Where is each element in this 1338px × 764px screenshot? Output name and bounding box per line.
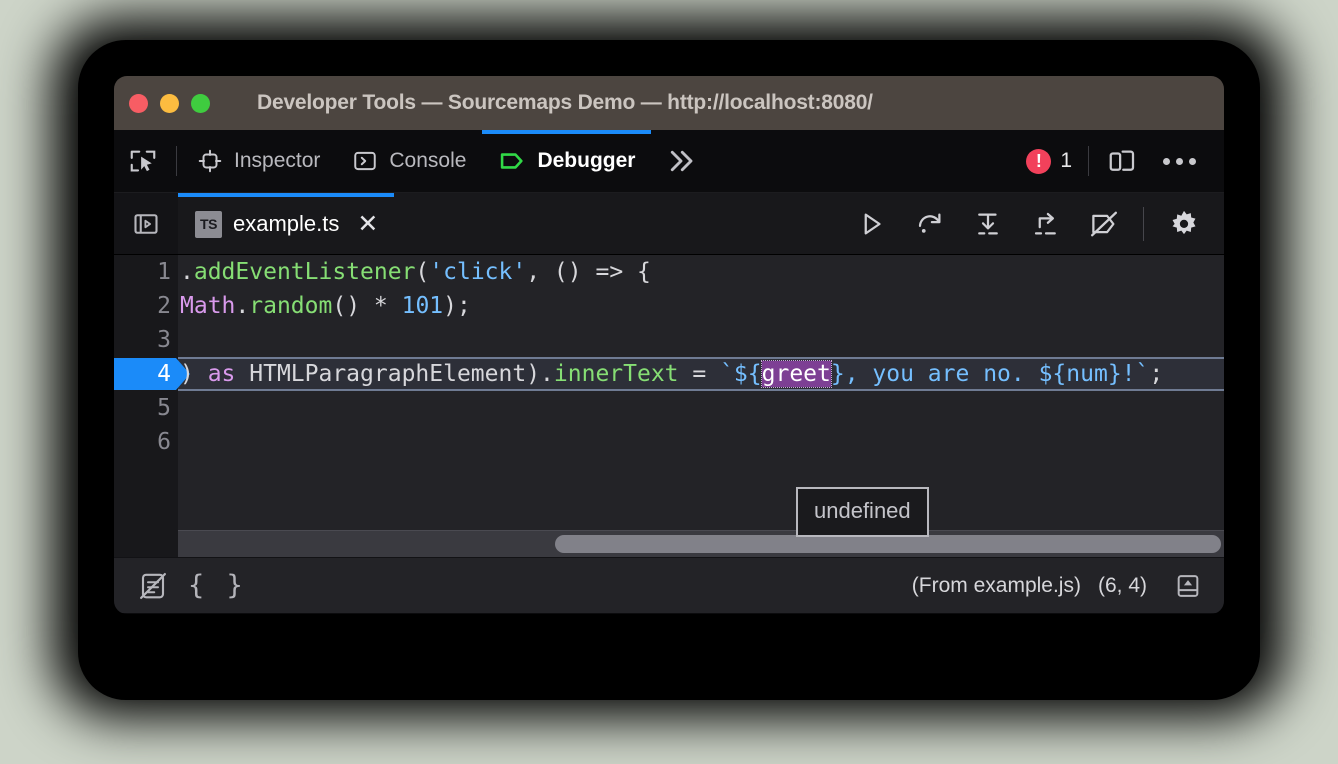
element-picker-icon bbox=[128, 146, 158, 176]
error-count-label: 1 bbox=[1060, 149, 1072, 173]
code-line[interactable]: 5 bbox=[114, 391, 1224, 425]
console-icon bbox=[352, 148, 378, 174]
pretty-print-button[interactable]: { } bbox=[178, 570, 256, 601]
code-line[interactable]: 6 bbox=[114, 425, 1224, 459]
debugger-controls bbox=[843, 193, 1224, 255]
debugger-settings-button[interactable] bbox=[1154, 193, 1214, 255]
tab-console[interactable]: Console bbox=[336, 130, 482, 192]
step-over-button[interactable] bbox=[901, 193, 959, 255]
file-tab-example-ts[interactable]: TS example.ts ✕ bbox=[178, 193, 394, 255]
deactivate-breakpoints-button[interactable] bbox=[1075, 193, 1133, 255]
tab-debugger[interactable]: Debugger bbox=[482, 130, 651, 192]
chevron-double-right-icon bbox=[665, 146, 697, 176]
more-tabs-button[interactable] bbox=[651, 130, 711, 192]
responsive-design-mode-button[interactable] bbox=[1093, 130, 1151, 192]
file-tab-label: example.ts bbox=[233, 211, 339, 237]
debugger-source-toolbar: TS example.ts ✕ bbox=[114, 193, 1224, 255]
step-in-icon bbox=[973, 209, 1003, 239]
line-text: Math.random() * 101); bbox=[178, 289, 471, 323]
toolbar-divider-2 bbox=[1088, 146, 1089, 176]
error-icon: ! bbox=[1026, 149, 1051, 174]
play-icon bbox=[857, 209, 887, 239]
minimize-window-button[interactable] bbox=[160, 94, 179, 113]
line-text: .addEventListener('click', () => { bbox=[178, 255, 651, 289]
debugger-controls-divider bbox=[1143, 207, 1144, 241]
code-line[interactable]: 1.addEventListener('click', () => { bbox=[114, 255, 1224, 289]
code-line[interactable]: 4) as HTMLParagraphElement).innerText = … bbox=[114, 357, 1224, 391]
toggle-sources-panel-icon bbox=[132, 210, 160, 238]
tab-debugger-label: Debugger bbox=[537, 149, 635, 173]
inspector-icon bbox=[197, 148, 223, 174]
more-options-button[interactable] bbox=[1151, 158, 1208, 165]
gear-icon bbox=[1168, 208, 1200, 240]
split-console-button[interactable] bbox=[1164, 572, 1212, 600]
devtools-toolbar: Inspector Console Debugger bbox=[114, 130, 1224, 193]
toolbar-divider bbox=[176, 146, 177, 176]
debugger-icon bbox=[498, 147, 526, 175]
more-options-icon bbox=[1163, 158, 1170, 165]
line-text: ) as HTMLParagraphElement).innerText = `… bbox=[178, 357, 1163, 391]
resume-button[interactable] bbox=[843, 193, 901, 255]
line-number[interactable]: 1 bbox=[114, 255, 178, 289]
source-origin-label: (From example.js) bbox=[912, 574, 1081, 598]
line-number[interactable]: 2 bbox=[114, 289, 178, 323]
blackbox-source-icon bbox=[138, 571, 168, 601]
cursor-position-label: (6, 4) bbox=[1098, 574, 1147, 598]
close-file-tab-button[interactable]: ✕ bbox=[357, 212, 378, 237]
line-number[interactable]: 6 bbox=[114, 425, 178, 459]
editor-status-bar: { } (From example.js) (6, 4) bbox=[114, 557, 1224, 613]
tooltip-text: undefined bbox=[814, 498, 911, 523]
blackbox-source-button[interactable] bbox=[128, 571, 178, 601]
step-over-icon bbox=[915, 209, 945, 239]
source-editor[interactable]: 1.addEventListener('click', () => {2Math… bbox=[114, 255, 1224, 557]
tab-inspector-label: Inspector bbox=[234, 149, 320, 173]
page-root: Developer Tools — Sourcemaps Demo — http… bbox=[0, 0, 1338, 764]
pretty-print-label: { } bbox=[188, 570, 246, 601]
code-line[interactable]: 3 bbox=[114, 323, 1224, 357]
zoom-window-button[interactable] bbox=[191, 94, 210, 113]
title-bar: Developer Tools — Sourcemaps Demo — http… bbox=[114, 76, 1224, 130]
close-window-button[interactable] bbox=[129, 94, 148, 113]
variable-value-tooltip: undefined bbox=[796, 487, 929, 537]
line-number[interactable]: 4 bbox=[114, 357, 178, 391]
line-number[interactable]: 3 bbox=[114, 323, 178, 357]
element-picker-button[interactable] bbox=[114, 130, 172, 192]
step-in-button[interactable] bbox=[959, 193, 1017, 255]
step-out-icon bbox=[1031, 209, 1061, 239]
horizontal-scrollbar-thumb[interactable] bbox=[555, 535, 1221, 553]
line-number[interactable]: 5 bbox=[114, 391, 178, 425]
highlighted-variable: greet bbox=[762, 361, 831, 387]
typescript-badge: TS bbox=[195, 211, 222, 238]
devtools-window: Developer Tools — Sourcemaps Demo — http… bbox=[114, 76, 1224, 614]
window-title: Developer Tools — Sourcemaps Demo — http… bbox=[257, 91, 873, 115]
code-line[interactable]: 2Math.random() * 101); bbox=[114, 289, 1224, 323]
window-controls bbox=[129, 94, 210, 113]
error-count-badge[interactable]: ! 1 bbox=[1020, 149, 1084, 174]
split-console-icon bbox=[1174, 572, 1202, 600]
tab-console-label: Console bbox=[389, 149, 466, 173]
tab-inspector[interactable]: Inspector bbox=[181, 130, 336, 192]
toggle-sources-panel-button[interactable] bbox=[114, 193, 178, 255]
horizontal-scrollbar-track[interactable] bbox=[178, 530, 1224, 557]
code-content[interactable]: 1.addEventListener('click', () => {2Math… bbox=[114, 255, 1224, 557]
step-out-button[interactable] bbox=[1017, 193, 1075, 255]
deactivate-breakpoints-icon bbox=[1089, 209, 1119, 239]
responsive-design-mode-icon bbox=[1107, 146, 1137, 176]
